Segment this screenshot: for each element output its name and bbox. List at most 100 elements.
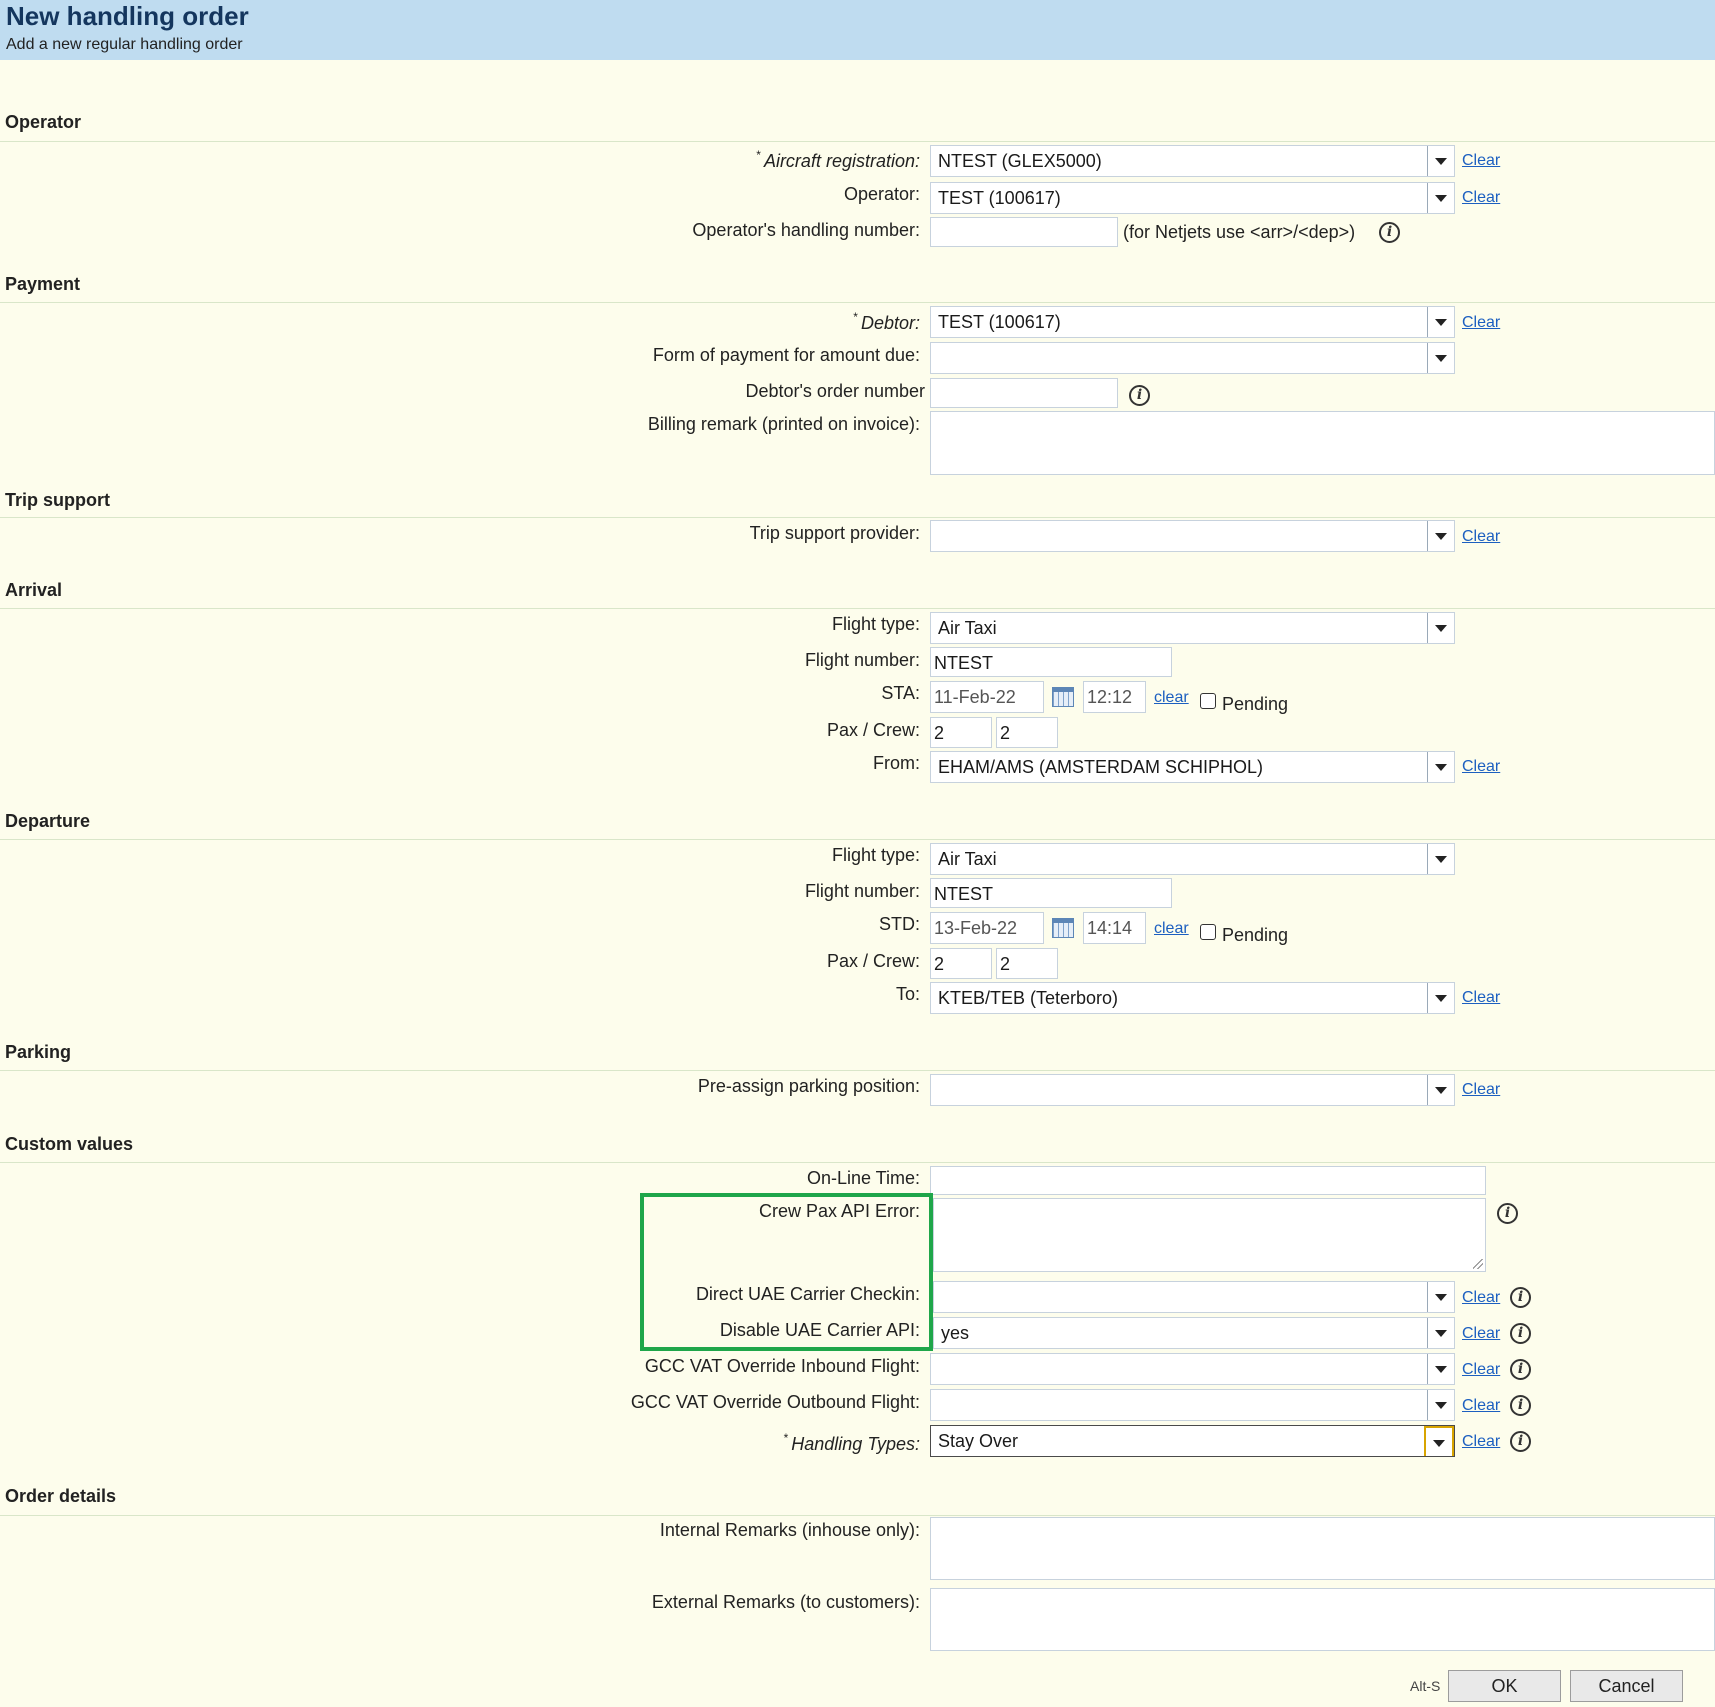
from-airport-select[interactable]: EHAM/AMS (AMSTERDAM SCHIPHOL)	[930, 751, 1455, 783]
online-time-input[interactable]	[930, 1166, 1486, 1195]
chevron-down-icon[interactable]	[1427, 307, 1454, 337]
handling-types-select[interactable]: Stay Over	[930, 1425, 1455, 1457]
chevron-down-icon[interactable]	[1427, 146, 1454, 176]
chevron-down-icon[interactable]	[1427, 1282, 1454, 1312]
crew-pax-api-error-textarea[interactable]	[933, 1198, 1486, 1272]
departure-flight-type-label: Flight type:	[831, 845, 920, 865]
arrival-pending-label: Pending	[1222, 694, 1289, 714]
handling-number-input[interactable]	[930, 217, 1118, 247]
chevron-down-icon[interactable]	[1427, 343, 1454, 373]
form-of-payment-label: Form of payment for amount due:	[652, 345, 920, 365]
arrival-pending-checkbox[interactable]	[1200, 693, 1216, 709]
arrival-pax-crew-label: Pax / Crew:	[826, 720, 920, 740]
departure-pax-input[interactable]: 2	[930, 948, 992, 979]
info-icon[interactable]: i	[1379, 222, 1400, 243]
info-icon[interactable]: i	[1497, 1203, 1518, 1224]
arrival-flight-number-input[interactable]: NTEST	[930, 647, 1172, 677]
to-airport-clear-link[interactable]: Clear	[1462, 989, 1500, 1007]
handling-types-label: * Handling Types:	[784, 1431, 920, 1455]
gcc-vat-outbound-label: GCC VAT Override Outbound Flight:	[630, 1392, 920, 1412]
page-header: New handling order Add a new regular han…	[0, 0, 1715, 60]
direct-uae-checkin-clear-link[interactable]: Clear	[1462, 1289, 1500, 1307]
debtor-select[interactable]: TEST (100617)	[930, 306, 1455, 338]
gcc-vat-outbound-select[interactable]	[930, 1389, 1455, 1421]
departure-flight-type-value: Air Taxi	[938, 849, 997, 869]
operator-clear-link[interactable]: Clear	[1462, 189, 1500, 207]
section-divider	[0, 1515, 1715, 1516]
chevron-down-icon[interactable]	[1427, 613, 1454, 643]
debtor-clear-link[interactable]: Clear	[1462, 314, 1500, 332]
handling-types-clear-link[interactable]: Clear	[1462, 1433, 1500, 1451]
operator-select[interactable]: TEST (100617)	[930, 182, 1455, 214]
chevron-down-icon[interactable]	[1427, 1390, 1454, 1420]
crew-pax-api-error-label: Crew Pax API Error:	[758, 1201, 920, 1221]
std-time-input[interactable]: 14:14	[1083, 912, 1146, 944]
info-icon[interactable]: i	[1510, 1323, 1531, 1344]
info-icon[interactable]: i	[1510, 1431, 1531, 1452]
page-title: New handling order	[6, 1, 249, 31]
chevron-down-icon[interactable]	[1427, 1075, 1454, 1105]
disable-uae-api-clear-link[interactable]: Clear	[1462, 1325, 1500, 1343]
std-label: STD:	[878, 914, 920, 934]
sta-date-input[interactable]: 11-Feb-22	[930, 681, 1044, 713]
billing-remark-label: Billing remark (printed on invoice):	[647, 414, 920, 434]
debtor-label: * Debtor:	[853, 310, 920, 334]
arrival-flight-type-select[interactable]: Air Taxi	[930, 612, 1455, 644]
arrival-pax-input[interactable]: 2	[930, 717, 992, 748]
info-icon[interactable]: i	[1510, 1287, 1531, 1308]
std-clear-link[interactable]: clear	[1154, 920, 1189, 938]
trip-support-provider-clear-link[interactable]: Clear	[1462, 528, 1500, 546]
billing-remark-textarea[interactable]	[930, 411, 1715, 475]
trip-support-provider-label: Trip support provider:	[749, 523, 920, 543]
calendar-icon[interactable]	[1052, 687, 1074, 707]
gcc-vat-inbound-label: GCC VAT Override Inbound Flight:	[644, 1356, 920, 1376]
internal-remarks-textarea[interactable]	[930, 1517, 1715, 1580]
sta-time-input[interactable]: 12:12	[1083, 681, 1146, 713]
to-airport-select[interactable]: KTEB/TEB (Teterboro)	[930, 982, 1455, 1014]
parking-position-clear-link[interactable]: Clear	[1462, 1081, 1500, 1099]
chevron-down-icon[interactable]	[1427, 983, 1454, 1013]
cancel-button[interactable]: Cancel	[1570, 1670, 1683, 1702]
aircraft-registration-select[interactable]: NTEST (GLEX5000)	[930, 145, 1455, 177]
sta-clear-link[interactable]: clear	[1154, 689, 1189, 707]
chevron-down-icon[interactable]	[1427, 183, 1454, 213]
chevron-down-icon[interactable]	[1427, 1318, 1454, 1348]
aircraft-registration-label-text: Aircraft registration:	[763, 151, 920, 171]
resize-handle-icon[interactable]	[1473, 1259, 1483, 1269]
departure-pending-checkbox[interactable]	[1200, 924, 1216, 940]
departure-flight-number-label: Flight number:	[804, 881, 920, 901]
from-airport-clear-link[interactable]: Clear	[1462, 758, 1500, 776]
parking-position-label: Pre-assign parking position:	[697, 1076, 920, 1096]
info-icon[interactable]: i	[1510, 1359, 1531, 1380]
direct-uae-checkin-select[interactable]	[933, 1281, 1455, 1313]
info-icon[interactable]: i	[1510, 1395, 1531, 1416]
aircraft-registration-clear-link[interactable]: Clear	[1462, 152, 1500, 170]
departure-flight-number-input[interactable]: NTEST	[930, 878, 1172, 908]
chevron-down-icon[interactable]	[1427, 521, 1454, 551]
chevron-down-icon[interactable]	[1427, 844, 1454, 874]
gcc-vat-outbound-clear-link[interactable]: Clear	[1462, 1397, 1500, 1415]
trip-support-provider-select[interactable]	[930, 520, 1455, 552]
parking-position-select[interactable]	[930, 1074, 1455, 1106]
chevron-down-icon[interactable]	[1424, 1426, 1454, 1456]
form-of-payment-select[interactable]	[930, 342, 1455, 374]
departure-flight-type-select[interactable]: Air Taxi	[930, 843, 1455, 875]
info-icon[interactable]: i	[1129, 385, 1150, 406]
arrival-flight-type-label: Flight type:	[831, 614, 920, 634]
chevron-down-icon[interactable]	[1427, 1354, 1454, 1384]
disable-uae-api-select[interactable]: yes	[933, 1317, 1455, 1349]
section-divider	[0, 302, 1715, 303]
arrival-crew-input[interactable]: 2	[996, 717, 1058, 748]
gcc-vat-inbound-clear-link[interactable]: Clear	[1462, 1361, 1500, 1379]
departure-crew-input[interactable]: 2	[996, 948, 1058, 979]
std-date-input[interactable]: 13-Feb-22	[930, 912, 1044, 944]
gcc-vat-inbound-select[interactable]	[930, 1353, 1455, 1385]
external-remarks-textarea[interactable]	[930, 1588, 1715, 1651]
debtor-order-number-input[interactable]	[930, 378, 1118, 408]
ok-button[interactable]: OK	[1448, 1670, 1561, 1702]
handling-types-label-text: Handling Types:	[791, 1434, 920, 1454]
chevron-down-icon[interactable]	[1427, 752, 1454, 782]
section-title-parking: Parking	[5, 1042, 72, 1062]
calendar-icon[interactable]	[1052, 918, 1074, 938]
section-title-order-details: Order details	[5, 1486, 117, 1506]
